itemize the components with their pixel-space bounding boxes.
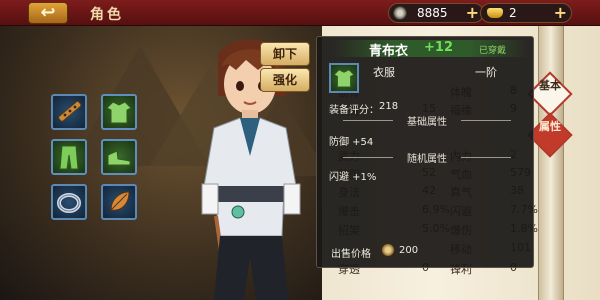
add-coins-button[interactable]: +	[466, 4, 479, 22]
trousers-icon	[59, 145, 79, 170]
basic-stat: 防御 +54	[329, 137, 374, 148]
ring-icon	[57, 193, 81, 213]
sell-price-value: 200	[399, 245, 419, 256]
item-type: 衣服	[373, 66, 395, 79]
enhance-level: +12	[424, 40, 453, 55]
item-name: 青布衣	[369, 44, 409, 59]
scroll-roller	[538, 26, 564, 300]
back-button[interactable]: ↩	[28, 2, 68, 24]
random-attributes-heading: 随机属性	[333, 150, 521, 165]
page-title: 角色	[90, 7, 124, 23]
equip-slot-ring[interactable]	[51, 184, 87, 220]
flute-weapon-icon	[58, 101, 82, 122]
sell-price-label: 出售价格	[331, 249, 371, 260]
boots-icon	[107, 150, 131, 166]
equip-slot-armor[interactable]	[101, 94, 137, 130]
item-icon	[329, 63, 359, 93]
gold-ingot-icon	[487, 8, 503, 18]
equip-slot-amulet[interactable]	[101, 184, 137, 220]
coin-amount: 8885	[417, 6, 448, 20]
ingot-amount: 2	[509, 6, 517, 20]
coin-counter: 8885 +	[388, 3, 484, 23]
tab-attributes-label[interactable]: 属性	[538, 121, 562, 133]
top-bar: ↩ 角色 8885 + 2 +	[0, 0, 600, 26]
equip-slot-weapon[interactable]	[51, 94, 87, 130]
item-tooltip: 青布衣 +12 已穿戴 衣服 一阶 装备评分： 218 基础属性 防御 +54 …	[316, 36, 534, 268]
unequip-button[interactable]: 卸下	[260, 42, 310, 66]
tab-basic-label[interactable]: 基本	[538, 80, 562, 92]
score-value: 218	[379, 101, 399, 112]
random-stat: 闪避 +1%	[329, 172, 377, 183]
coin-icon	[393, 6, 407, 20]
equip-slot-boots[interactable]	[101, 139, 137, 175]
ingot-counter: 2 +	[480, 3, 572, 23]
equip-slot-pants[interactable]	[51, 139, 87, 175]
equipped-badge: 已穿戴	[479, 46, 507, 56]
coin-icon	[381, 243, 395, 257]
add-ingots-button[interactable]: +	[554, 4, 567, 22]
robe-armor-icon	[106, 101, 132, 124]
leaf-amulet-icon	[110, 191, 130, 211]
item-tier: 一阶	[475, 66, 497, 79]
enhance-button[interactable]: 强化	[260, 68, 310, 92]
basic-attributes-heading: 基础属性	[333, 113, 521, 128]
robe-armor-icon	[333, 69, 355, 88]
